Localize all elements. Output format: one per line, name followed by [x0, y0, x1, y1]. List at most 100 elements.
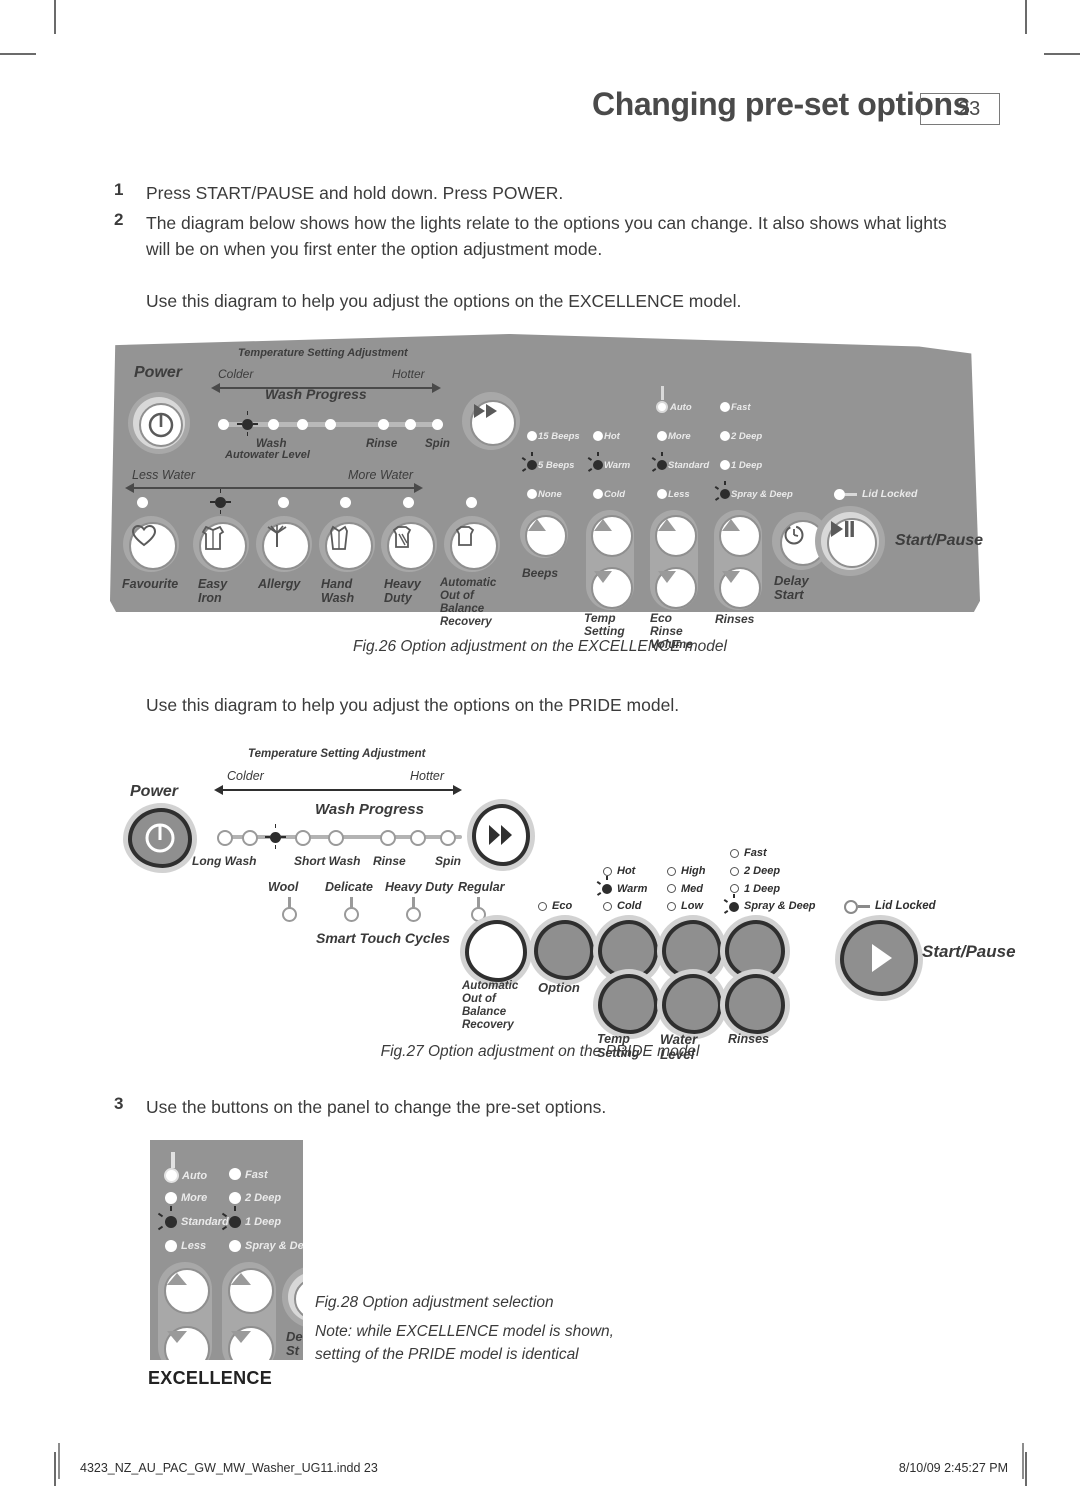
- led-lid-locked: [834, 489, 845, 500]
- fig28-led-label-less: Less: [181, 1240, 207, 1252]
- pride-option-button[interactable]: [534, 920, 594, 980]
- cycle-button-hand-wash[interactable]: [325, 522, 373, 570]
- eco-up-button[interactable]: [655, 515, 697, 557]
- power-button[interactable]: [139, 403, 183, 447]
- pride-temp-down-button[interactable]: [598, 974, 658, 1034]
- progress-dot-2-lit: [242, 419, 253, 430]
- led-label-standard: Standard: [668, 460, 710, 471]
- pride-rinses-up-button[interactable]: [725, 920, 785, 980]
- step-1: 1 Press START/PAUSE and hold down. Press…: [114, 180, 954, 206]
- pride-progress-dot-4: [295, 830, 311, 846]
- led-label-cold: Cold: [604, 489, 626, 500]
- progress-dot-1: [218, 419, 229, 430]
- less-water-label: Less Water: [132, 468, 195, 482]
- cycle-label-automatic: Automatic Out of Balance Recovery: [440, 577, 497, 628]
- fig28-led-label-standard: Standard: [181, 1216, 229, 1228]
- note-line-2: setting of the PRIDE model is identical: [315, 1346, 579, 1363]
- pride-power-button[interactable]: [128, 808, 192, 868]
- rinses-up-button[interactable]: [719, 515, 761, 557]
- heart-icon: [131, 524, 157, 547]
- pride-progress-dot-5: [328, 830, 344, 846]
- led-1-deep: [720, 460, 730, 470]
- fig28-rinses-up-button[interactable]: [228, 1268, 274, 1314]
- led-label-hot: Hot: [604, 431, 620, 442]
- led-label-fast: Fast: [731, 402, 751, 413]
- pride-led-med: [667, 884, 676, 893]
- temp-up-button[interactable]: [591, 515, 633, 557]
- pride-power-label: Power: [130, 783, 179, 800]
- rinses-down-button[interactable]: [719, 567, 761, 609]
- pride-start-pause-label: Start/Pause: [922, 942, 1016, 961]
- triangle-up-icon: [528, 519, 546, 531]
- pride-led-label-hot: Hot: [617, 865, 636, 877]
- lid-locked-connector: [845, 493, 857, 496]
- crop-mark-top-right-v: [1025, 0, 1027, 34]
- pride-cycle-label-heavy-duty: Heavy Duty: [385, 880, 454, 894]
- pride-water-down-button[interactable]: [662, 974, 722, 1034]
- progress-dot-3: [268, 419, 279, 430]
- fig28-led-label-2-deep: 2 Deep: [245, 1192, 282, 1204]
- eco-down-button[interactable]: [655, 567, 697, 609]
- pride-cycle-dot-heavy-duty: [406, 907, 421, 922]
- start-pause-button[interactable]: [827, 518, 877, 568]
- fig28-eco-up-button[interactable]: [164, 1268, 210, 1314]
- shirt-iron-icon: [201, 525, 225, 550]
- pride-progress-dot-6: [380, 830, 396, 846]
- pride-led-eco: [538, 902, 547, 911]
- advance-button[interactable]: [470, 400, 516, 446]
- temp-down-button[interactable]: [591, 567, 633, 609]
- led-warm: [593, 460, 603, 470]
- pride-led-label-med: Med: [681, 883, 703, 895]
- fig28-led-standard: [165, 1216, 177, 1228]
- led-label-auto: Auto: [670, 402, 692, 413]
- pride-cycle-label-delicate: Delicate: [325, 880, 373, 894]
- pride-progress-label-long-wash: Long Wash: [192, 854, 257, 868]
- ray: [253, 423, 258, 425]
- beeps-up-button[interactable]: [525, 515, 567, 557]
- autowater-title: Autowater Level: [225, 449, 310, 461]
- cycle-button-automatic[interactable]: [450, 522, 498, 570]
- delay-start-label: Delay Start: [774, 573, 809, 602]
- fast-forward-icon: [474, 404, 497, 418]
- pride-water-up-button[interactable]: [662, 920, 722, 980]
- cycle-button-heavy-duty[interactable]: [387, 522, 435, 570]
- step-1-text: Press START/PAUSE and hold down. Press P…: [146, 183, 564, 203]
- led-label-none-beeps: None: [538, 489, 562, 500]
- pride-advance-button[interactable]: [472, 804, 530, 866]
- cycle-button-allergy[interactable]: [262, 522, 310, 570]
- power-label: Power: [134, 364, 183, 381]
- pride-wash-progress-title: Wash Progress: [315, 801, 424, 818]
- fig28-led-label-auto: Auto: [182, 1170, 208, 1182]
- ray: [597, 452, 599, 456]
- start-pause-label: Start/Pause: [895, 532, 984, 549]
- ray: [723, 909, 729, 914]
- step-2: 2 The diagram below shows how the lights…: [114, 210, 954, 262]
- cycle-button-favourite[interactable]: [129, 522, 177, 570]
- led-less: [657, 489, 667, 499]
- intro-pride: Use this diagram to help you adjust the …: [146, 695, 680, 715]
- temp-arrow-left: [211, 383, 220, 393]
- footer-rule-left: [58, 1443, 60, 1479]
- led-label-warm: Warm: [604, 460, 631, 471]
- pride-cycle-dot-delicate: [344, 907, 359, 922]
- cycle-button-easy-iron[interactable]: [199, 522, 247, 570]
- triangle-down-icon: [594, 571, 612, 583]
- pride-hotter-label: Hotter: [410, 769, 445, 783]
- pride-temp-arrow-line: [223, 789, 453, 791]
- ray: [661, 452, 663, 456]
- step-1-number: 1: [114, 180, 124, 199]
- pride-temp-adjust-title: Temperature Setting Adjustment: [248, 748, 426, 760]
- intro-excellence: Use this diagram to help you adjust the …: [146, 291, 742, 311]
- progress-dot-6: [378, 419, 389, 430]
- cycle-label-allergy: Allergy: [258, 577, 301, 591]
- pride-automatic-button[interactable]: [465, 920, 527, 982]
- led-label-5-beeps: 5 Beeps: [538, 460, 575, 471]
- fig28-led-less: [165, 1240, 177, 1252]
- pride-rinses-down-button[interactable]: [725, 974, 785, 1034]
- pride-temp-up-button[interactable]: [598, 920, 658, 980]
- led-fast: [720, 402, 730, 412]
- beeps-group-label: Beeps: [522, 566, 559, 580]
- ray: [170, 1206, 172, 1211]
- pride-start-pause-button[interactable]: [840, 920, 918, 996]
- pride-progress-dot-2: [242, 830, 258, 846]
